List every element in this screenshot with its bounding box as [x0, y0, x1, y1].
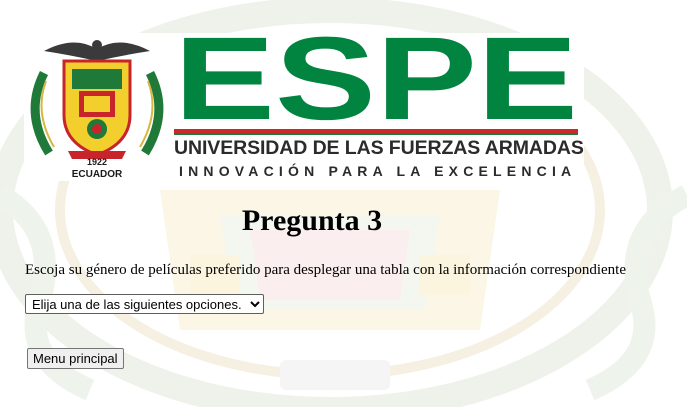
brand-divider-green — [174, 133, 578, 135]
main-menu-button[interactable]: Menu principal — [27, 348, 124, 369]
espe-wordmark-text: ESPE — [174, 33, 578, 123]
espe-wordmark: ESPE — [174, 33, 578, 123]
university-name: UNIVERSIDAD DE LAS FUERZAS ARMADAS — [174, 137, 584, 159]
genre-select[interactable]: Elija una de las siguientes opciones. — [25, 294, 264, 314]
seal-year-label: 1922 — [86, 157, 108, 167]
university-slogan: INNOVACIÓN PARA LA EXCELENCIA — [179, 163, 577, 179]
instruction-text: Escoja su género de películas preferido … — [25, 262, 626, 278]
espe-logo-banner: 1922 ECUADOR ESPE UNIVERSIDAD DE LAS FUE… — [24, 33, 584, 181]
page-title: Pregunta 3 — [241, 204, 383, 237]
seal-country-label: ECUADOR — [71, 169, 123, 180]
